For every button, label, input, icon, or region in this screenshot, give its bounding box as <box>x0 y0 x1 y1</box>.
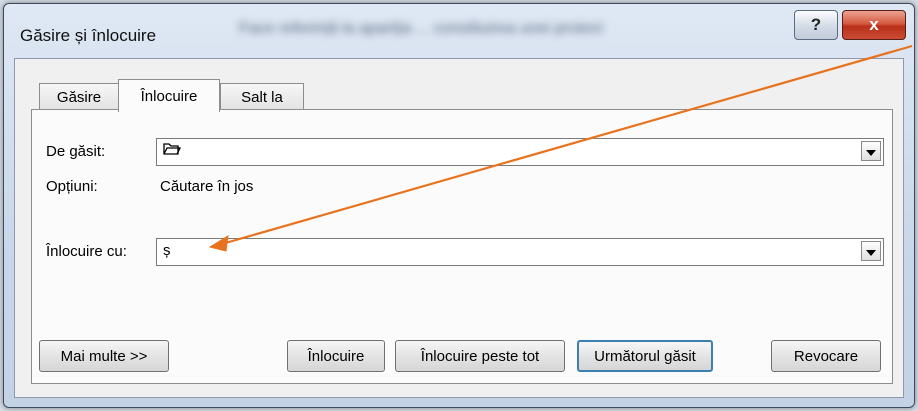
tab-goto-label: Salt la <box>241 88 283 106</box>
chevron-down-icon <box>866 243 876 260</box>
replace-dropdown-button[interactable] <box>861 241 881 261</box>
replace-with-combobox[interactable]: ș <box>156 238 884 266</box>
find-what-combobox[interactable] <box>156 138 884 166</box>
blurred-background-text: Face referință la apariția ... constitui… <box>239 20 603 37</box>
more-options-button[interactable]: Mai multe >> <box>39 340 169 372</box>
tab-find[interactable]: Găsire <box>39 83 119 110</box>
cancel-button[interactable]: Revocare <box>771 340 881 372</box>
replace-with-label: Înlocuire cu: <box>46 243 127 260</box>
help-button[interactable]: ? <box>794 10 838 40</box>
replace-with-value: ș <box>163 242 171 259</box>
options-value: Căutare în jos <box>160 178 254 195</box>
options-label: Opțiuni: <box>46 178 98 195</box>
find-replace-dialog: Găsire și înlocuire Face referință la ap… <box>3 3 915 408</box>
find-next-button[interactable]: Următorul găsit <box>577 340 713 372</box>
replace-button[interactable]: Înlocuire <box>287 340 385 372</box>
dialog-title: Găsire și înlocuire <box>20 26 157 45</box>
title-bar[interactable]: Găsire și înlocuire Face referință la ap… <box>4 4 914 56</box>
tab-find-label: Găsire <box>56 88 102 106</box>
tab-goto[interactable]: Salt la <box>220 83 304 110</box>
folder-icon <box>163 142 182 160</box>
close-button[interactable]: x <box>842 10 906 40</box>
dialog-body: Găsire Înlocuire Salt la De găsit: Opțiu… <box>14 58 904 398</box>
tab-replace-label: Înlocuire <box>140 87 198 105</box>
tab-replace[interactable]: Înlocuire <box>118 79 220 112</box>
replace-all-button[interactable]: Înlocuire peste tot <box>395 340 565 372</box>
chevron-down-icon <box>866 143 876 160</box>
find-dropdown-button[interactable] <box>861 141 881 161</box>
find-label: De găsit: <box>46 143 106 160</box>
